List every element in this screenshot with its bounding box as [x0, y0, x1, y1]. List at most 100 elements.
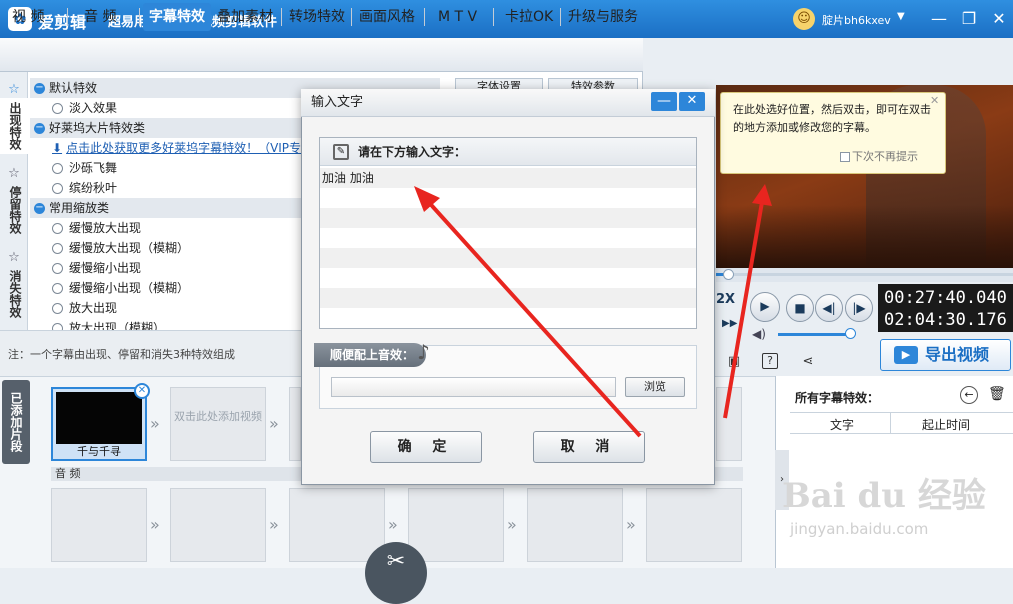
text-line[interactable] [320, 308, 696, 328]
effect-label: 缤纷秋叶 [69, 181, 118, 195]
added-clips-tab[interactable]: 已添加片段 [2, 380, 30, 464]
audio-slot[interactable] [289, 488, 385, 562]
column-time[interactable]: 起止时间 [922, 416, 970, 433]
radio-button[interactable] [52, 223, 63, 234]
close-icon[interactable]: ✕ [930, 94, 939, 107]
radio-button[interactable] [52, 263, 63, 274]
text-line[interactable] [320, 288, 696, 308]
text-line[interactable] [320, 248, 696, 268]
radio-button[interactable] [52, 163, 63, 174]
help-icon[interactable]: ? [762, 353, 778, 369]
audio-slot[interactable] [646, 488, 742, 562]
arrow-right-icon: » [507, 515, 517, 534]
radio-button[interactable] [52, 323, 63, 330]
effect-label: 淡入效果 [69, 101, 118, 115]
speed-label[interactable]: 2X [716, 292, 735, 307]
back-icon[interactable]: ← [960, 386, 978, 404]
share-icon[interactable]: ⋖ [799, 353, 817, 371]
radio-button[interactable] [52, 303, 63, 314]
music-note-icon: ♪ [417, 340, 430, 364]
tab-overlay[interactable]: 叠加素材 [211, 3, 279, 31]
dont-show-checkbox[interactable]: 下次不再提示 [840, 148, 918, 164]
input-header: 请在下方输入文字： [320, 138, 696, 166]
text-line[interactable]: 加油 加油 [320, 168, 696, 188]
effect-label: 缓慢缩小出现（模糊） [69, 281, 190, 295]
preview-shadow [716, 205, 1013, 268]
chevron-down-icon[interactable]: ▼ [897, 11, 905, 22]
column-divider [890, 412, 891, 434]
export-icon: ▶ [894, 346, 918, 364]
radio-button[interactable] [52, 243, 63, 254]
text-line[interactable] [320, 188, 696, 208]
tab-divider [493, 8, 494, 26]
volume-slider[interactable] [778, 333, 850, 336]
play-button[interactable]: ▶ [750, 292, 780, 322]
minimize-icon[interactable]: — [651, 92, 677, 111]
audio-slot[interactable] [51, 488, 147, 562]
ok-button[interactable]: 确 定 [370, 431, 482, 463]
text-line[interactable] [320, 268, 696, 288]
save-icon[interactable]: ▣ [725, 353, 743, 371]
tab-upgrade[interactable]: 升级与服务 [562, 3, 644, 31]
watermark-url: jingyan.baidu.com [790, 520, 929, 538]
close-icon[interactable]: ✕ [988, 8, 1010, 30]
stay-icon: ☆ [8, 166, 20, 181]
volume-handle[interactable] [845, 328, 856, 339]
sound-file-field[interactable] [331, 377, 616, 397]
next-frame-button[interactable]: |▶ [845, 294, 873, 322]
checkbox[interactable] [840, 152, 850, 162]
radio-button[interactable] [52, 283, 63, 294]
tab-video[interactable]: 视 频 [6, 3, 50, 31]
cancel-button[interactable]: 取 消 [533, 431, 645, 463]
tab-divider [424, 8, 425, 26]
group-label: 好莱坞大片特效类 [49, 121, 146, 135]
group-label: 常用缩放类 [49, 201, 110, 215]
audio-slot[interactable] [527, 488, 623, 562]
audio-slot[interactable] [408, 488, 504, 562]
trash-icon[interactable]: 🗑 [988, 386, 1006, 402]
empty-clip-slot[interactable] [289, 387, 301, 461]
radio-button[interactable] [52, 103, 63, 114]
disappear-icon: ☆ [8, 250, 20, 265]
avatar[interactable]: ☺ [793, 8, 815, 30]
side-tab-stay[interactable]: 停留特效 [0, 182, 28, 238]
fast-forward-icon[interactable]: ▶▶ [722, 318, 737, 329]
tab-mtv[interactable]: M T V [432, 3, 483, 31]
minimize-icon[interactable]: — [928, 8, 950, 30]
close-icon[interactable]: ✕ [679, 92, 705, 111]
effect-label: 放大出现 [69, 301, 118, 315]
scissors-icon[interactable]: ✂ [365, 542, 427, 604]
side-tab-disappear[interactable]: 消失特效 [0, 266, 28, 322]
text-line[interactable] [320, 228, 696, 248]
vip-link-label[interactable]: 点击此处获取更多好莱坞字幕特效！（VIP专 [66, 141, 301, 155]
remove-clip-icon[interactable]: ✕ [134, 383, 150, 399]
empty-clip-slot[interactable]: 双击此处添加视频 [170, 387, 266, 461]
side-tab-appear[interactable]: 出现特效 [0, 98, 28, 154]
empty-clip-slot[interactable] [716, 387, 742, 461]
effect-label: 缓慢缩小出现 [69, 261, 142, 275]
tab-subtitle-effects[interactable]: 字幕特效 [143, 3, 211, 31]
column-text[interactable]: 文字 [830, 416, 854, 433]
collapse-icon[interactable]: − [34, 203, 45, 214]
tab-karaoke[interactable]: 卡拉OK [499, 3, 559, 31]
watermark-brand: Bai du 经验 [782, 476, 986, 516]
text-line[interactable] [320, 208, 696, 228]
collapse-icon[interactable]: − [34, 123, 45, 134]
seek-handle[interactable] [723, 269, 734, 280]
collapse-icon[interactable]: − [34, 83, 45, 94]
volume-icon[interactable]: ◀) [752, 327, 766, 341]
tab-audio[interactable]: 音 频 [78, 3, 122, 31]
tab-style[interactable]: 画面风格 [353, 3, 421, 31]
radio-button[interactable] [52, 183, 63, 194]
tab-transitions[interactable]: 转场特效 [283, 3, 351, 31]
edit-icon: ✎ [333, 144, 349, 160]
stop-button[interactable]: ■ [786, 294, 814, 322]
seek-bar[interactable] [716, 273, 1013, 276]
prev-frame-button[interactable]: ◀| [815, 294, 843, 322]
audio-slot[interactable] [170, 488, 266, 562]
browse-button[interactable]: 浏览 [625, 377, 685, 397]
username[interactable]: 腚片bh6kxev [822, 12, 891, 28]
maximize-icon[interactable]: ❐ [958, 8, 980, 30]
effect-label: 缓慢放大出现（模糊） [69, 241, 190, 255]
download-icon: ⬇ [52, 141, 63, 155]
